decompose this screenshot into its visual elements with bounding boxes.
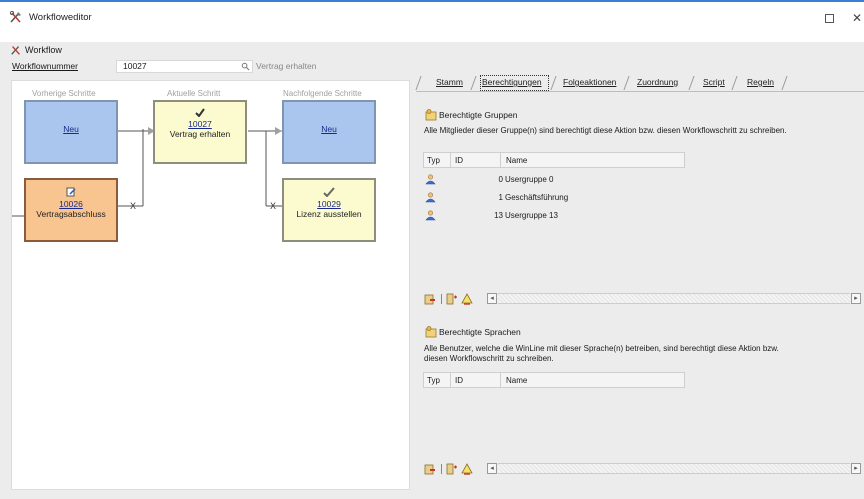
groups-grid-header: Typ ID Name — [423, 152, 685, 168]
groups-col-name[interactable]: Name — [506, 156, 527, 165]
group-id: 0 — [498, 175, 503, 184]
step-text-current: Vertrag erhalten — [169, 129, 231, 139]
tab-folgeaktionen[interactable]: Folgeaktionen — [563, 75, 616, 91]
connector-x-2: X — [270, 201, 276, 211]
tab-separator — [781, 76, 793, 90]
column-divider — [500, 373, 501, 387]
tab-zuordnung[interactable]: Zuordnung — [637, 75, 678, 91]
workflow-number-row: Workflownummer 10027 Vertrag erhalten — [10, 60, 410, 74]
warning-icon[interactable] — [461, 293, 473, 305]
step-node-previous-new[interactable]: Neu — [24, 100, 118, 164]
remove-icon[interactable] — [424, 463, 436, 475]
user-group-icon — [425, 192, 436, 203]
tab-script[interactable]: Script — [703, 75, 725, 91]
groups-section-title: Berechtigte Gruppen — [425, 109, 517, 121]
workflow-number-label: Workflownummer — [12, 61, 78, 71]
add-icon[interactable] — [446, 293, 458, 305]
groups-col-id[interactable]: ID — [455, 156, 463, 165]
group-key-icon — [425, 109, 437, 121]
connector-x-1: X — [130, 201, 136, 211]
column-divider — [450, 153, 451, 167]
group-id: 1 — [498, 193, 503, 202]
search-icon[interactable] — [241, 62, 250, 71]
maximize-icon[interactable] — [825, 14, 834, 23]
step-node-next-new[interactable]: Neu — [282, 100, 376, 164]
step-link-next[interactable]: 10029 — [284, 199, 374, 209]
languages-title-text: Berechtigte Sprachen — [439, 327, 521, 337]
edit-icon — [66, 187, 76, 197]
languages-grid-header: Typ ID Name — [423, 372, 685, 388]
table-row[interactable]: 1 Geschäftsführung — [423, 192, 723, 204]
scroll-left-button[interactable]: ◂ — [487, 293, 497, 304]
tab-berechtigungen[interactable]: Berechtigungen — [480, 75, 549, 91]
groups-toolbar: ◂ ▸ — [423, 292, 864, 306]
step-link-previous-new[interactable]: Neu — [26, 124, 116, 134]
scroll-left-button[interactable]: ◂ — [487, 463, 497, 474]
tab-stamm[interactable]: Stamm — [436, 75, 463, 91]
workflow-number-input[interactable]: 10027 — [116, 60, 253, 73]
table-row[interactable]: 13 Usergruppe 13 — [423, 210, 723, 222]
user-group-icon — [425, 210, 436, 221]
step-node-next[interactable]: 10029 Lizenz ausstellen — [282, 178, 376, 242]
groups-col-typ[interactable]: Typ — [427, 156, 440, 165]
step-link-previous[interactable]: 10026 — [26, 199, 116, 209]
languages-col-name[interactable]: Name — [506, 376, 527, 385]
table-row[interactable]: 0 Usergruppe 0 — [423, 174, 723, 186]
scroll-right-button[interactable]: ▸ — [851, 463, 861, 474]
group-name: Usergruppe 13 — [505, 211, 558, 220]
remove-icon[interactable] — [424, 293, 436, 305]
step-text-next: Lizenz ausstellen — [296, 209, 362, 219]
languages-col-typ[interactable]: Typ — [427, 376, 440, 385]
workflow-header-label: Workflow — [25, 45, 62, 55]
tab-separator — [623, 76, 635, 90]
groups-grid[interactable]: Typ ID Name 0 Usergruppe 0 1 Geschäftsfü… — [423, 152, 864, 292]
languages-description: Alle Benutzer, welche die WinLine mit di… — [424, 344, 779, 363]
group-name: Geschäftsführung — [505, 193, 569, 202]
column-divider — [450, 373, 451, 387]
workflow-description: Vertrag erhalten — [256, 61, 317, 71]
tools-icon — [9, 10, 21, 23]
workflow-designer-canvas[interactable]: Vorherige Schritte Aktuelle Schritt Nach… — [11, 80, 410, 490]
step-link-current[interactable]: 10027 — [155, 119, 245, 129]
language-key-icon — [425, 326, 437, 338]
toolbar-divider — [441, 294, 442, 304]
groups-title-text: Berechtigte Gruppen — [439, 110, 518, 120]
toolbar-divider — [441, 464, 442, 474]
languages-section-title: Berechtigte Sprachen — [425, 326, 521, 338]
horizontal-scrollbar[interactable] — [498, 463, 850, 474]
tab-separator — [550, 76, 562, 90]
tab-regeln[interactable]: Regeln — [747, 75, 774, 91]
groups-description: Alle Mitglieder dieser Gruppe(n) sind be… — [424, 126, 787, 135]
pencil-check-icon — [323, 187, 335, 198]
warning-icon[interactable] — [461, 463, 473, 475]
languages-col-id[interactable]: ID — [455, 376, 463, 385]
languages-toolbar: ◂ ▸ — [423, 462, 864, 476]
tab-strip: Stamm Berechtigungen Folgeaktionen Zuord… — [415, 75, 864, 91]
step-node-previous[interactable]: 10026 Vertragsabschluss — [24, 178, 118, 242]
tab-separator — [688, 76, 700, 90]
window-title: Workfloweditor — [29, 12, 92, 23]
languages-grid[interactable]: Typ ID Name — [423, 372, 864, 460]
close-icon[interactable]: ✕ — [852, 12, 862, 24]
column-divider — [500, 153, 501, 167]
group-id: 13 — [494, 211, 503, 220]
step-node-current[interactable]: 10027 Vertrag erhalten — [153, 100, 247, 164]
step-text-previous: Vertragsabschluss — [36, 209, 106, 219]
tab-separator — [415, 76, 427, 90]
checkmark-icon — [195, 108, 205, 118]
tools-icon — [11, 46, 20, 55]
horizontal-scrollbar[interactable] — [498, 293, 850, 304]
workflow-header: Workflow — [10, 43, 62, 57]
user-group-icon — [425, 174, 436, 185]
step-link-next-new[interactable]: Neu — [284, 124, 374, 134]
tab-separator — [731, 76, 743, 90]
tab-baseline — [416, 91, 864, 92]
group-name: Usergruppe 0 — [505, 175, 554, 184]
title-bar: Workfloweditor ✕ — [0, 2, 864, 32]
scroll-right-button[interactable]: ▸ — [851, 293, 861, 304]
add-icon[interactable] — [446, 463, 458, 475]
